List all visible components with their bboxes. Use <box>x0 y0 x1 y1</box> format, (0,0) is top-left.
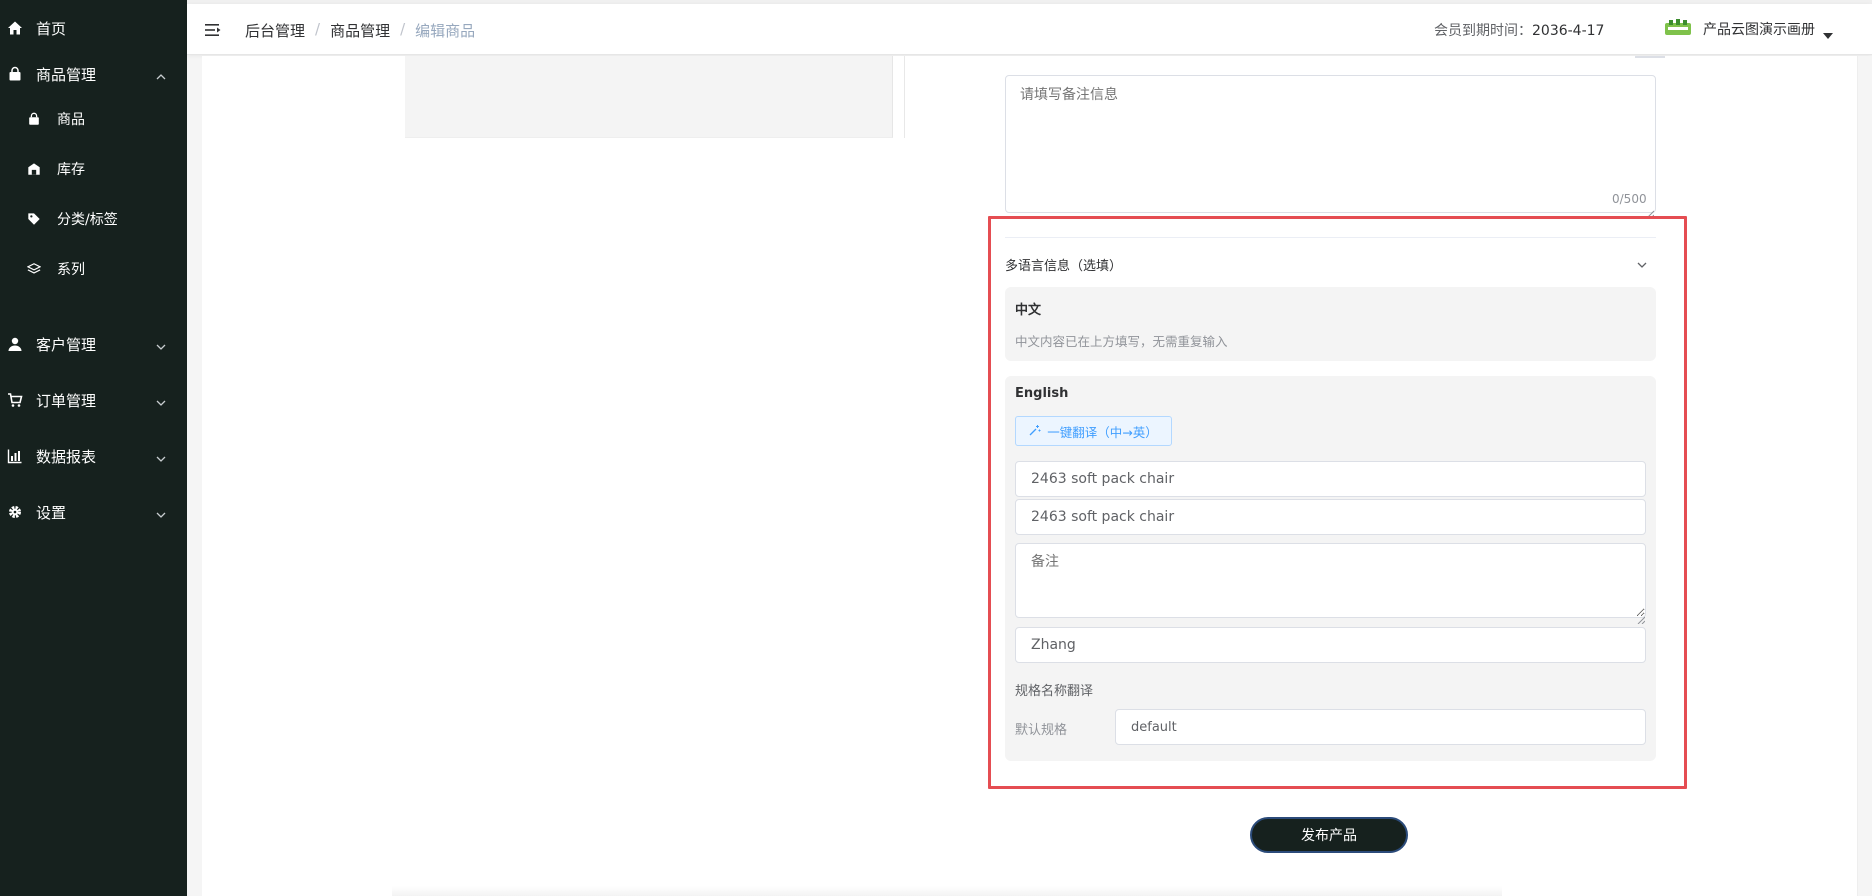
sidebar-item-goods[interactable]: 商品 <box>0 99 187 139</box>
bottom-shadow <box>392 886 1502 896</box>
sidebar-item-reports[interactable]: 数据报表 <box>0 436 187 476</box>
language-title: English <box>1015 386 1069 401</box>
bag-icon <box>7 66 23 82</box>
sidebar: 首页 商品管理 商品 库存 分类/标签 系列 客户管理 订单管理 数据报表 设置 <box>0 0 187 896</box>
sidebar-item-home[interactable]: 首页 <box>0 8 187 48</box>
breadcrumb-separator: / <box>400 20 406 38</box>
image-preview-panel <box>405 56 893 138</box>
chinese-hint: 中文内容已在上方填写，无需重复输入 <box>1015 334 1228 349</box>
publish-button[interactable]: 发布产品 <box>1250 817 1408 853</box>
sidebar-item-goods-management[interactable]: 商品管理 <box>0 54 187 94</box>
user-dropdown[interactable]: 产品云图演示画册 <box>1663 14 1833 44</box>
warehouse-icon <box>27 161 43 177</box>
breadcrumb: 后台管理 / 商品管理 / 编辑商品 <box>245 20 475 41</box>
membership-date: 2036-4-17 <box>1532 23 1605 39</box>
english-brand-input[interactable] <box>1015 627 1646 663</box>
sidebar-item-label: 分类/标签 <box>57 212 118 228</box>
chevron-down-icon <box>155 338 167 350</box>
sidebar-item-label: 订单管理 <box>36 391 97 410</box>
sidebar-item-label: 商品 <box>57 112 85 128</box>
breadcrumb-item[interactable]: 商品管理 <box>330 20 390 41</box>
sidebar-item-series[interactable]: 系列 <box>0 249 187 289</box>
divider <box>904 56 905 138</box>
caret-down-icon <box>1823 25 1833 39</box>
english-name2-input[interactable] <box>1015 499 1646 535</box>
chevron-down-icon <box>155 506 167 518</box>
remark-char-count: 0/500 <box>1612 192 1647 206</box>
chevron-down-icon[interactable] <box>1636 256 1648 268</box>
resize-grip-icon[interactable] <box>1646 203 1655 219</box>
magic-wand-icon <box>1029 424 1041 439</box>
english-remark-textarea[interactable] <box>1015 543 1646 618</box>
membership-label: 会员到期时间： <box>1434 23 1532 39</box>
spec-name-label: 默认规格 <box>1015 723 1068 738</box>
resize-grip-icon[interactable] <box>1637 609 1646 625</box>
main-content: 0/500 多语言信息（选填） 中文 中文内容已在上方填写，无需重复输入 Eng… <box>202 56 1857 896</box>
translate-button[interactable]: 一键翻译（中→英） <box>1015 416 1172 446</box>
sidebar-item-customers[interactable]: 客户管理 <box>0 324 187 364</box>
divider <box>1635 56 1665 58</box>
menu-toggle-icon[interactable] <box>204 21 222 39</box>
english-language-panel: English 一键翻译（中→英） 规格名称翻译 默认规格 <box>1005 376 1656 761</box>
spec-translation-title: 规格名称翻译 <box>1015 684 1094 699</box>
divider <box>1005 237 1656 238</box>
breadcrumb-current: 编辑商品 <box>415 22 476 40</box>
gear-icon <box>7 504 23 520</box>
user-name: 产品云图演示画册 <box>1703 22 1815 38</box>
chinese-language-panel: 中文 中文内容已在上方填写，无需重复输入 <box>1005 287 1656 361</box>
sidebar-item-settings[interactable]: 设置 <box>0 492 187 532</box>
sidebar-item-inventory[interactable]: 库存 <box>0 149 187 189</box>
spec-translation-input[interactable] <box>1115 709 1646 745</box>
chevron-down-icon <box>155 450 167 462</box>
sidebar-item-label: 数据报表 <box>36 447 97 466</box>
sidebar-item-label: 设置 <box>36 503 67 522</box>
home-icon <box>7 20 23 36</box>
chart-icon <box>7 448 23 464</box>
bag-icon <box>27 111 43 127</box>
chevron-down-icon <box>155 394 167 406</box>
page-scrollbar[interactable] <box>1857 56 1872 896</box>
sidebar-item-orders[interactable]: 订单管理 <box>0 380 187 420</box>
top-header: 后台管理 / 商品管理 / 编辑商品 会员到期时间：2036-4-17 产品云图… <box>187 4 1872 55</box>
tag-icon <box>27 211 43 227</box>
language-title: 中文 <box>1015 303 1042 318</box>
layers-icon <box>26 261 43 277</box>
app-root: 首页 商品管理 商品 库存 分类/标签 系列 客户管理 订单管理 数据报表 设置… <box>0 0 1872 896</box>
translate-button-label: 一键翻译（中→英） <box>1047 424 1158 440</box>
brand-logo-icon <box>1663 17 1693 41</box>
breadcrumb-separator: / <box>315 20 321 38</box>
multilang-section-title[interactable]: 多语言信息（选填） <box>1005 255 1122 274</box>
sidebar-item-category-tag[interactable]: 分类/标签 <box>0 199 187 239</box>
breadcrumb-item[interactable]: 后台管理 <box>245 20 305 41</box>
sidebar-item-label: 商品管理 <box>36 65 97 84</box>
membership-expiry: 会员到期时间：2036-4-17 <box>1434 20 1604 40</box>
sidebar-item-label: 首页 <box>36 19 67 38</box>
english-name-input[interactable] <box>1015 461 1646 497</box>
cart-icon <box>7 392 23 408</box>
chevron-up-icon <box>155 68 167 80</box>
sidebar-item-label: 客户管理 <box>36 335 97 354</box>
sidebar-item-label: 库存 <box>57 162 85 178</box>
remark-textarea[interactable] <box>1005 75 1656 213</box>
sidebar-item-label: 系列 <box>57 262 85 278</box>
user-icon <box>7 336 23 352</box>
